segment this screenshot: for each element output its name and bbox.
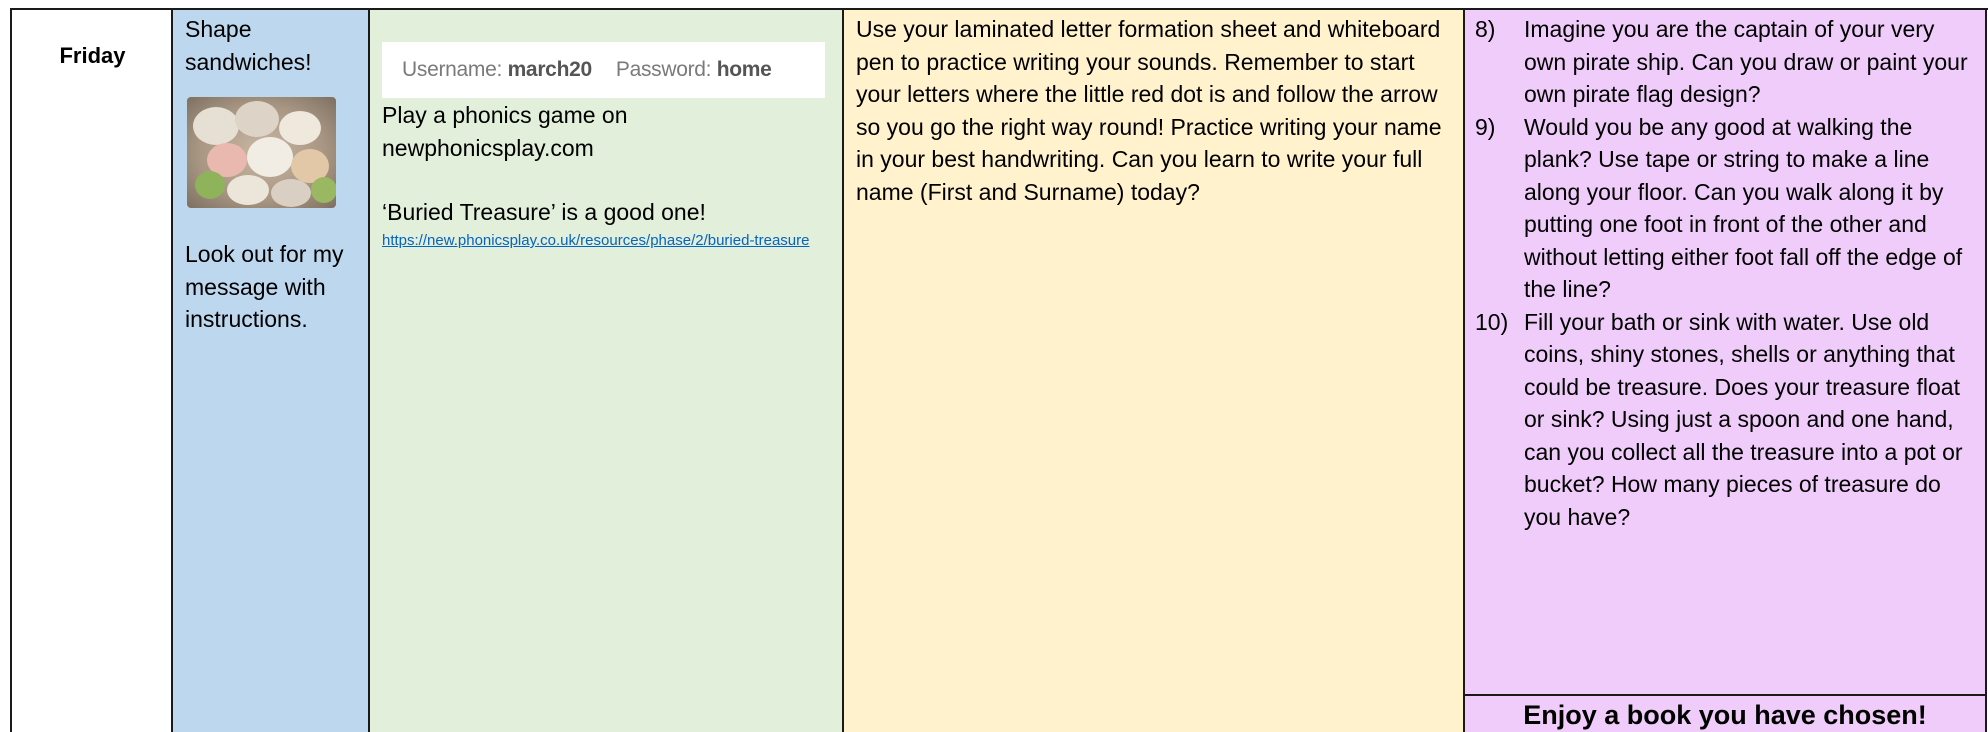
list-item: 8) Imagine you are the captain of your ve… — [1475, 16, 1968, 107]
timetable-row-friday: Friday Shape sandwiches! Look out for my… — [10, 10, 1987, 732]
writing-instructions: Use your laminated letter formation shee… — [856, 16, 1442, 205]
sandwich-photo — [187, 97, 336, 208]
list-item: 10) Fill your bath or sink with water. Us… — [1475, 308, 1963, 530]
divider — [1465, 694, 1985, 696]
phonics-cell: Username: march20 Password: home Play a … — [368, 10, 842, 732]
login-details-image: Username: march20 Password: home — [382, 42, 825, 98]
password: Password: home — [615, 58, 772, 81]
phonics-instruction: Play a phonics game on newphonicsplay.co… — [382, 102, 628, 161]
list-item: 9) Would you be any good at walking the p… — [1475, 113, 1963, 303]
activity-cell: Shape sandwiches! Look out for my messag… — [171, 10, 368, 732]
pirate-activity-list: 8) Imagine you are the captain of your ve… — [1475, 13, 1980, 533]
activity-title: Shape sandwiches! — [185, 16, 312, 75]
pirate-activities-cell: 8) Imagine you are the captain of your ve… — [1463, 10, 1987, 732]
activity-message: Look out for my message with instruction… — [185, 241, 344, 332]
username: Username: march20 — [402, 58, 592, 81]
phonics-game-link[interactable]: https://new.phonicsplay.co.uk/resources/… — [382, 230, 832, 251]
day-cell: Friday — [10, 10, 171, 732]
reading-footer: Enjoy a book you have chosen! — [1523, 700, 1927, 730]
day-label: Friday — [59, 43, 126, 68]
buried-treasure-note: ‘Buried Treasure’ is a good one! — [382, 199, 706, 225]
writing-cell: Use your laminated letter formation shee… — [842, 10, 1463, 732]
